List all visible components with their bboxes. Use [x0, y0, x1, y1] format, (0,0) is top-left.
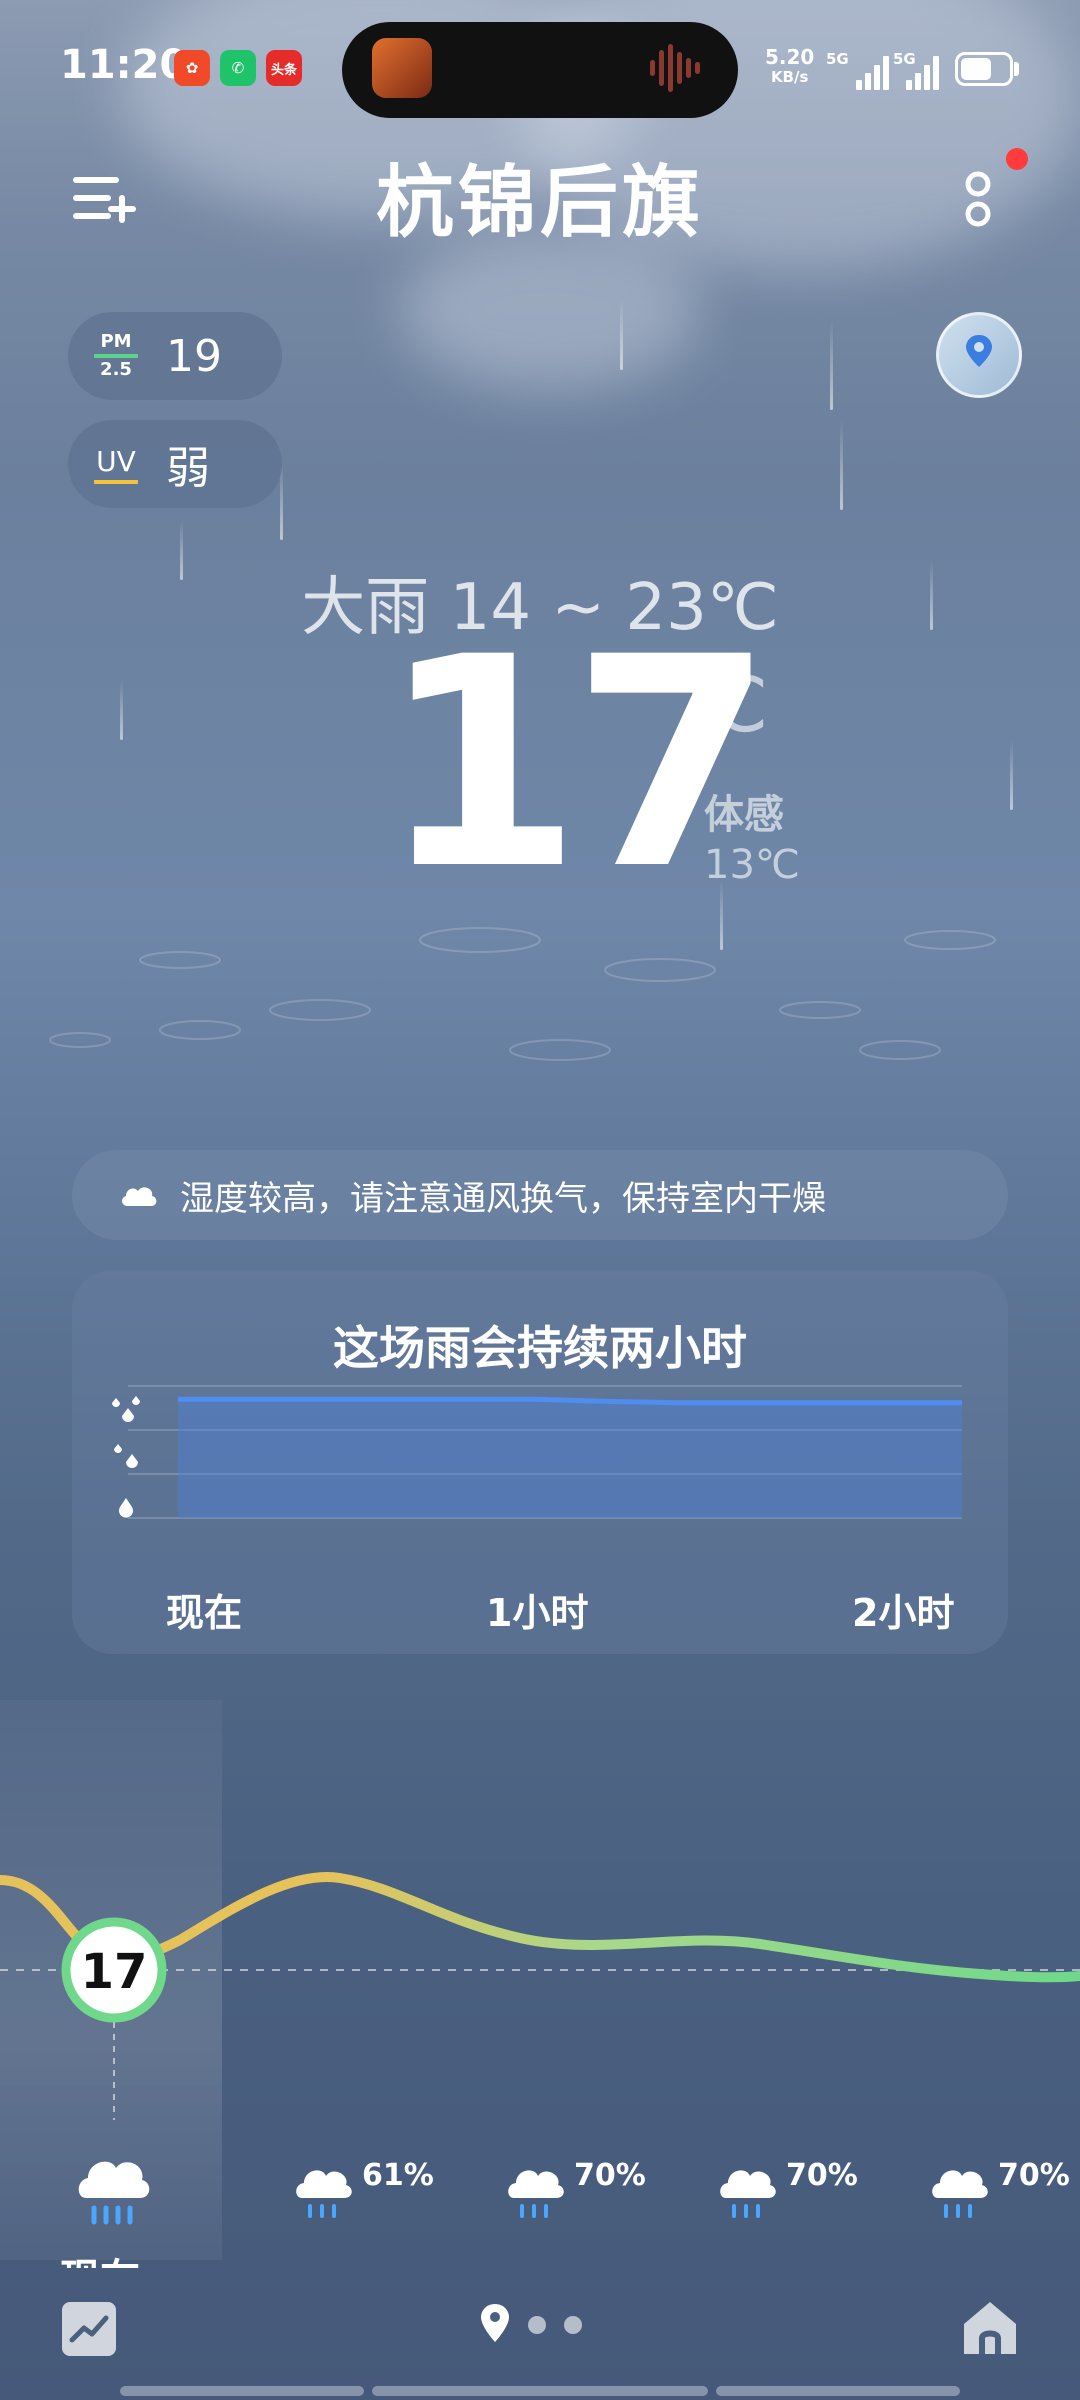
- cloud-icon: [122, 1187, 157, 1206]
- tab-indicator: [372, 2386, 708, 2396]
- hour-precip-pct: 61%: [362, 2158, 434, 2193]
- heavy-rain-drops-icon: [112, 1396, 140, 1422]
- network-speed: 5.20 KB/s: [765, 46, 814, 86]
- home-icon[interactable]: [960, 2298, 1020, 2358]
- status-time: 11:20: [60, 42, 188, 88]
- pm-label-top: PM: [100, 331, 132, 352]
- music-artwork-icon[interactable]: [372, 38, 432, 98]
- notification-dot: [1006, 148, 1028, 170]
- uv-label: UV: [94, 445, 138, 484]
- rain-forecast-card[interactable]: 这场雨会持续两小时 现在 1小时 2小时: [72, 1270, 1008, 1654]
- pm25-bar: [94, 354, 138, 358]
- pm25-chip[interactable]: PM 2.5 19: [68, 312, 282, 400]
- sim1-5g-label: 5G: [826, 50, 849, 68]
- signal-icon: [906, 56, 946, 90]
- rain-intensity-area: [178, 1399, 962, 1518]
- map-pin-icon: [966, 335, 992, 367]
- pm-label-bottom: 2.5: [100, 359, 132, 380]
- phone-icon: ✆: [220, 50, 256, 86]
- hour-precip-pct: 70%: [574, 2158, 646, 2193]
- feels-like-label: 体感: [704, 792, 784, 838]
- hour-precip-pct: 70%: [786, 2158, 858, 2193]
- battery-tip: [1014, 62, 1019, 76]
- cloud-decoration: [400, 230, 700, 390]
- location-icon[interactable]: [478, 2302, 512, 2346]
- net-speed-value: 5.20: [765, 45, 815, 69]
- uv-underline: [94, 479, 138, 484]
- toutiao-icon: 头条: [266, 50, 302, 86]
- battery-icon: [955, 52, 1013, 86]
- tab-indicator: [120, 2386, 364, 2396]
- rain-streak: [120, 680, 123, 740]
- rain-streak: [620, 300, 623, 370]
- tip-text: 湿度较高，请注意通风换气，保持室内干燥: [180, 1178, 826, 1219]
- weibo-icon: ✿: [174, 50, 210, 86]
- feels-like-value: 13℃: [704, 842, 800, 888]
- current-temp-bubble: 17: [80, 1944, 148, 2000]
- net-speed-unit: KB/s: [770, 68, 809, 86]
- hour-precip-pct: 70%: [998, 2158, 1070, 2193]
- time-label-2h: 2小时: [852, 1591, 955, 1635]
- signal-icon: [856, 56, 896, 90]
- heavy-rain-icon: [78, 2161, 150, 2225]
- rain-chart: [112, 1385, 962, 1519]
- audio-wave-icon: [650, 44, 710, 92]
- bottom-navigation: [0, 2260, 1080, 2400]
- rain-icon: [508, 2170, 564, 2218]
- rain-icon: [720, 2170, 776, 2218]
- map-button[interactable]: [936, 312, 1022, 398]
- hourly-temperature-curve: [0, 1872, 1080, 2120]
- rain-card-title: 这场雨会持续两小时: [333, 1321, 747, 1375]
- weather-tip-banner[interactable]: 湿度较高，请注意通风换气，保持室内干燥: [72, 1150, 1008, 1240]
- time-label-now: 现在: [166, 1591, 243, 1635]
- trend-chart-icon[interactable]: [60, 2300, 118, 2358]
- more-options-icon[interactable]: [960, 166, 1004, 232]
- pm25-value: 19: [166, 330, 222, 382]
- uv-value: 弱: [166, 443, 210, 494]
- uv-label-text: UV: [96, 444, 136, 478]
- rain-streak: [830, 320, 833, 410]
- uv-chip[interactable]: UV 弱: [68, 420, 282, 508]
- temperature-unit: ℃: [683, 660, 769, 749]
- rain-icon: [296, 2170, 352, 2218]
- light-rain-drop-icon: [119, 1498, 133, 1518]
- rain-streak: [1010, 740, 1013, 810]
- pm25-label: PM 2.5: [94, 332, 138, 380]
- page-dot[interactable]: [528, 2316, 546, 2334]
- tab-indicator: [716, 2386, 960, 2396]
- page-dot[interactable]: [564, 2316, 582, 2334]
- moderate-rain-drops-icon: [114, 1444, 138, 1468]
- y-axis-icons: [112, 1396, 140, 1518]
- city-title[interactable]: 杭锦后旗: [0, 140, 1080, 252]
- rain-streak: [840, 420, 843, 510]
- time-label-1h: 1小时: [486, 1591, 589, 1635]
- rain-icon: [932, 2170, 988, 2218]
